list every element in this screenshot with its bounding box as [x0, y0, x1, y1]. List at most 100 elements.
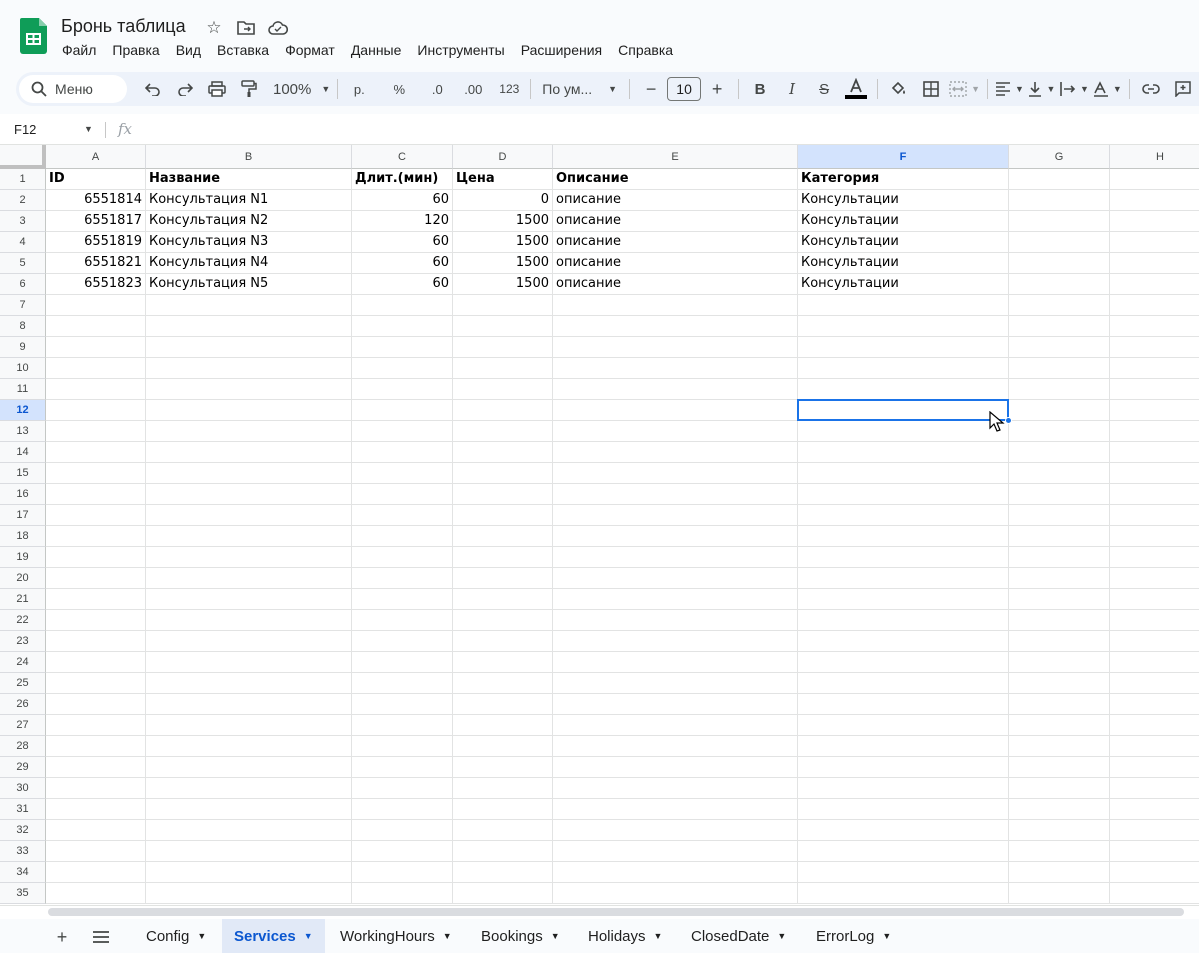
cell-c29[interactable] — [352, 757, 453, 778]
cell-e17[interactable] — [553, 505, 798, 526]
cell-a19[interactable] — [46, 547, 146, 568]
cell-a1[interactable]: ID — [46, 169, 146, 190]
cell-h6[interactable] — [1110, 274, 1199, 295]
cell-d23[interactable] — [453, 631, 553, 652]
chevron-down-icon[interactable]: ▼ — [304, 931, 313, 941]
cell-f27[interactable] — [798, 715, 1009, 736]
cell-a28[interactable] — [46, 736, 146, 757]
row-header[interactable]: 13 — [0, 421, 46, 442]
cell-g6[interactable] — [1009, 274, 1110, 295]
cell-c17[interactable] — [352, 505, 453, 526]
cell-d17[interactable] — [453, 505, 553, 526]
cell-a16[interactable] — [46, 484, 146, 505]
row-header[interactable]: 26 — [0, 694, 46, 715]
row-header[interactable]: 15 — [0, 463, 46, 484]
cell-c13[interactable] — [352, 421, 453, 442]
cell-c34[interactable] — [352, 862, 453, 883]
row-header[interactable]: 24 — [0, 652, 46, 673]
cell-b21[interactable] — [146, 589, 352, 610]
cell-d32[interactable] — [453, 820, 553, 841]
cell-c26[interactable] — [352, 694, 453, 715]
row-header[interactable]: 1 — [0, 169, 46, 190]
cell-f15[interactable] — [798, 463, 1009, 484]
cell-f20[interactable] — [798, 568, 1009, 589]
cell-h4[interactable] — [1110, 232, 1199, 253]
cell-h14[interactable] — [1110, 442, 1199, 463]
cell-g21[interactable] — [1009, 589, 1110, 610]
cell-d14[interactable] — [453, 442, 553, 463]
cell-h3[interactable] — [1110, 211, 1199, 232]
cell-a21[interactable] — [46, 589, 146, 610]
horizontal-scrollbar[interactable] — [0, 905, 1199, 919]
cell-g31[interactable] — [1009, 799, 1110, 820]
cell-c24[interactable] — [352, 652, 453, 673]
cell-b2[interactable]: Консультация N1 — [146, 190, 352, 211]
cell-f10[interactable] — [798, 358, 1009, 379]
cell-c23[interactable] — [352, 631, 453, 652]
cell-g23[interactable] — [1009, 631, 1110, 652]
cell-g7[interactable] — [1009, 295, 1110, 316]
cell-g11[interactable] — [1009, 379, 1110, 400]
cell-f13[interactable] — [798, 421, 1009, 442]
column-header-e[interactable]: E — [553, 145, 798, 169]
cell-d20[interactable] — [453, 568, 553, 589]
cell-g17[interactable] — [1009, 505, 1110, 526]
cell-b29[interactable] — [146, 757, 352, 778]
column-header-f[interactable]: F — [798, 145, 1009, 169]
cell-g3[interactable] — [1009, 211, 1110, 232]
cell-d22[interactable] — [453, 610, 553, 631]
chevron-down-icon[interactable]: ▼ — [777, 931, 786, 941]
cell-h33[interactable] — [1110, 841, 1199, 862]
cell-b28[interactable] — [146, 736, 352, 757]
cell-c21[interactable] — [352, 589, 453, 610]
cell-h7[interactable] — [1110, 295, 1199, 316]
cell-a35[interactable] — [46, 883, 146, 904]
cell-c35[interactable] — [352, 883, 453, 904]
cell-e23[interactable] — [553, 631, 798, 652]
cell-e19[interactable] — [553, 547, 798, 568]
cell-c19[interactable] — [352, 547, 453, 568]
cell-c4[interactable]: 60 — [352, 232, 453, 253]
cell-b15[interactable] — [146, 463, 352, 484]
cell-c12[interactable] — [352, 400, 453, 421]
cell-g26[interactable] — [1009, 694, 1110, 715]
cell-h16[interactable] — [1110, 484, 1199, 505]
cell-e34[interactable] — [553, 862, 798, 883]
cell-b10[interactable] — [146, 358, 352, 379]
chevron-down-icon[interactable]: ▼ — [551, 931, 560, 941]
cell-f3[interactable]: Консультации — [798, 211, 1009, 232]
cell-a29[interactable] — [46, 757, 146, 778]
cell-b32[interactable] — [146, 820, 352, 841]
cell-g30[interactable] — [1009, 778, 1110, 799]
cell-e12[interactable] — [553, 400, 798, 421]
cell-a6[interactable]: 6551823 — [46, 274, 146, 295]
menu-extensions[interactable]: Расширения — [513, 41, 610, 59]
cell-d7[interactable] — [453, 295, 553, 316]
cell-b35[interactable] — [146, 883, 352, 904]
cell-f6[interactable]: Консультации — [798, 274, 1009, 295]
cell-f11[interactable] — [798, 379, 1009, 400]
cell-f16[interactable] — [798, 484, 1009, 505]
cell-e30[interactable] — [553, 778, 798, 799]
cell-a20[interactable] — [46, 568, 146, 589]
cell-f21[interactable] — [798, 589, 1009, 610]
row-header[interactable]: 18 — [0, 526, 46, 547]
cell-c22[interactable] — [352, 610, 453, 631]
cell-a24[interactable] — [46, 652, 146, 673]
cell-g29[interactable] — [1009, 757, 1110, 778]
vertical-align-button[interactable]: ▼ — [1028, 75, 1056, 103]
chevron-down-icon[interactable]: ▼ — [443, 931, 452, 941]
menu-format[interactable]: Формат — [277, 41, 343, 59]
cell-b8[interactable] — [146, 316, 352, 337]
cell-a3[interactable]: 6551817 — [46, 211, 146, 232]
cell-a23[interactable] — [46, 631, 146, 652]
cell-g16[interactable] — [1009, 484, 1110, 505]
cell-a8[interactable] — [46, 316, 146, 337]
cell-b1[interactable]: Название — [146, 169, 352, 190]
cell-d2[interactable]: 0 — [453, 190, 553, 211]
cell-f33[interactable] — [798, 841, 1009, 862]
cell-h19[interactable] — [1110, 547, 1199, 568]
row-header[interactable]: 30 — [0, 778, 46, 799]
menu-file[interactable]: Файл — [54, 41, 104, 59]
redo-button[interactable] — [171, 75, 199, 103]
